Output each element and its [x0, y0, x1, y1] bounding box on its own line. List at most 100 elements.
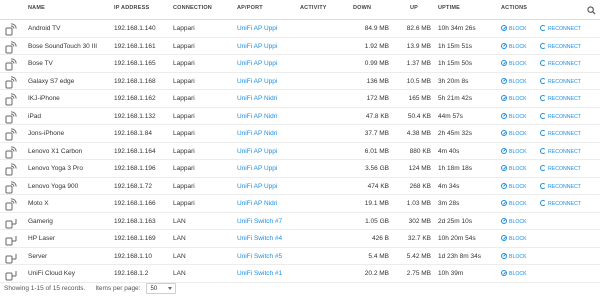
- client-name[interactable]: HP Laser: [28, 235, 110, 242]
- column-header-up[interactable]: UP: [410, 5, 418, 11]
- client-name[interactable]: Lenovo X1 Carbon: [28, 148, 110, 155]
- column-header-ip[interactable]: IP ADDRESS: [114, 5, 170, 11]
- client-name[interactable]: Gamerig: [28, 218, 110, 225]
- client-name[interactable]: Bose SoundTouch 30 III: [28, 43, 110, 50]
- reconnect-button[interactable]: RECONNECT: [540, 42, 600, 50]
- search-icon[interactable]: [587, 6, 596, 15]
- block-button[interactable]: BLOCK: [501, 130, 539, 137]
- block-button[interactable]: BLOCK: [501, 200, 539, 207]
- block-label: BLOCK: [509, 166, 527, 172]
- client-ip: 192.168.1.168: [114, 77, 156, 85]
- table-row[interactable]: Galaxy S7 edge 192.168.1.168 Lappari UniFi …: [0, 73, 600, 90]
- client-ap-port-link[interactable]: UniFi AP Uppi: [237, 60, 297, 67]
- column-header-actions: ACTIONS: [501, 5, 528, 11]
- client-ap-port-link[interactable]: UniFi Switch #5: [237, 253, 297, 260]
- block-icon: [501, 217, 507, 224]
- client-name[interactable]: Galaxy S7 edge: [28, 78, 110, 85]
- block-button[interactable]: BLOCK: [501, 182, 539, 190]
- client-ap-port-link[interactable]: UniFi AP Uppi: [237, 78, 297, 85]
- block-button[interactable]: BLOCK: [501, 217, 539, 225]
- client-uptime: 5h 21m 42s: [438, 95, 472, 102]
- reconnect-button[interactable]: RECONNECT: [540, 182, 600, 190]
- client-name[interactable]: Jons-iPhone: [28, 130, 110, 137]
- block-icon: [501, 60, 507, 66]
- block-button[interactable]: BLOCK: [501, 112, 539, 120]
- client-name[interactable]: iPad: [28, 113, 110, 120]
- client-ap-port-link[interactable]: UniFi AP Uppi: [237, 148, 297, 155]
- column-header-name[interactable]: NAME: [28, 5, 110, 11]
- reconnect-button[interactable]: RECONNECT: [540, 25, 600, 32]
- client-connection: Lappari: [173, 165, 195, 172]
- reconnect-button[interactable]: RECONNECT: [540, 112, 600, 120]
- reconnect-button[interactable]: RECONNECT: [540, 200, 600, 207]
- column-header-uptime[interactable]: UPTIME: [438, 5, 498, 11]
- client-uptime: 1h 15m 50s: [438, 60, 472, 67]
- table-row[interactable]: IKJ-iPhone 192.168.1.162 Lappari UniFi AP N…: [0, 90, 600, 108]
- reconnect-icon: [540, 165, 546, 171]
- block-button[interactable]: BLOCK: [501, 252, 539, 260]
- column-header-down[interactable]: DOWN: [353, 5, 371, 11]
- client-down: 5.4 MB: [368, 252, 389, 260]
- client-ap-port-link[interactable]: UniFi AP Uppi: [237, 183, 297, 190]
- block-label: BLOCK: [509, 236, 527, 242]
- client-name[interactable]: IKJ-iPhone: [28, 95, 110, 102]
- client-ap-port-link[interactable]: UniFi AP Uppi: [237, 25, 297, 32]
- client-ap-port-link[interactable]: UniFi Switch #7: [237, 218, 297, 225]
- reconnect-label: RECONNECT: [548, 78, 581, 85]
- table-row[interactable]: Server 192.168.1.10 LAN UniFi Switch #5 5.4 …: [0, 248, 600, 265]
- block-button[interactable]: BLOCK: [501, 42, 539, 50]
- client-name[interactable]: UniFi Cloud Key: [28, 270, 110, 277]
- reconnect-button[interactable]: RECONNECT: [540, 130, 600, 137]
- block-button[interactable]: BLOCK: [501, 270, 539, 277]
- activity-bar: [300, 113, 350, 121]
- block-button[interactable]: BLOCK: [501, 147, 539, 155]
- client-ap-port-link[interactable]: UniFi AP Nidri: [237, 130, 297, 137]
- client-ap-port-link[interactable]: UniFi AP Uppi: [237, 43, 297, 50]
- block-button[interactable]: BLOCK: [501, 60, 539, 67]
- client-down: 136 MB: [366, 77, 389, 85]
- reconnect-button[interactable]: RECONNECT: [540, 60, 600, 67]
- client-name[interactable]: Moto X: [28, 200, 110, 207]
- client-up: 268 KB: [409, 182, 431, 190]
- table-row[interactable]: Moto X 192.168.1.166 Lappari UniFi AP Nidri…: [0, 195, 600, 213]
- client-ap-port-link[interactable]: UniFi AP Nidri: [237, 113, 297, 120]
- reconnect-button[interactable]: RECONNECT: [540, 165, 600, 172]
- client-ap-port-link[interactable]: UniFi Switch #4: [237, 235, 297, 242]
- client-down: 1.05 GB: [365, 217, 389, 225]
- client-name[interactable]: Bose TV: [28, 60, 110, 67]
- reconnect-button[interactable]: RECONNECT: [540, 147, 600, 155]
- block-button[interactable]: BLOCK: [501, 25, 539, 32]
- column-header-connection[interactable]: CONNECTION: [173, 5, 233, 11]
- table-row[interactable]: Lenovo X1 Carbon 192.168.1.164 Lappari UniF…: [0, 143, 600, 160]
- block-button[interactable]: BLOCK: [501, 235, 539, 242]
- client-ap-port-link[interactable]: UniFi AP Nidri: [237, 95, 297, 102]
- column-header-activity[interactable]: ACTIVITY: [300, 5, 327, 11]
- table-row[interactable]: HP Laser 192.168.1.169 LAN UniFi Switch #4 4…: [0, 230, 600, 248]
- table-row[interactable]: Gamerig 192.168.1.163 LAN UniFi Switch #7 1.…: [0, 213, 600, 230]
- table-row[interactable]: iPad 192.168.1.132 Lappari UniFi AP Nidri 47…: [0, 108, 600, 125]
- client-uptime: 2d 25m 10s: [438, 217, 472, 225]
- client-ap-port-link[interactable]: UniFi AP Nidri: [237, 200, 297, 207]
- client-ip: 192.168.1.169: [114, 235, 156, 242]
- client-name[interactable]: Lenovo Yoga 3 Pro: [28, 165, 110, 172]
- table-row[interactable]: Lenovo Yoga 900 192.168.1.72 Lappari UniFi …: [0, 178, 600, 195]
- column-header-ap-port[interactable]: AP/PORT: [237, 5, 297, 11]
- reconnect-button[interactable]: RECONNECT: [540, 95, 600, 102]
- per-page-select[interactable]: 50: [146, 283, 177, 294]
- client-ap-port-link[interactable]: UniFi Switch #1: [237, 270, 297, 277]
- client-name[interactable]: Server: [28, 253, 110, 260]
- client-ap-port-link[interactable]: UniFi AP Uppi: [237, 165, 297, 172]
- table-row[interactable]: Jons-iPhone 192.168.1.84 Lappari UniFi AP N…: [0, 125, 600, 143]
- block-button[interactable]: BLOCK: [501, 165, 539, 172]
- reconnect-button[interactable]: RECONNECT: [540, 77, 600, 85]
- table-row[interactable]: Bose TV 192.168.1.165 Lappari UniFi AP Uppi…: [0, 55, 600, 73]
- client-name[interactable]: Lenovo Yoga 900: [28, 183, 110, 190]
- client-name[interactable]: Android TV: [28, 25, 110, 32]
- table-row[interactable]: Android TV 192.168.1.140 Lappari UniFi AP U…: [0, 20, 600, 38]
- client-up: 1.37 MB: [406, 60, 431, 67]
- chevron-down-icon: [168, 287, 173, 290]
- table-row[interactable]: Bose SoundTouch 30 III 192.168.1.161 Lappa…: [0, 38, 600, 55]
- block-button[interactable]: BLOCK: [501, 95, 539, 102]
- block-button[interactable]: BLOCK: [501, 77, 539, 85]
- table-row[interactable]: Lenovo Yoga 3 Pro 192.168.1.196 Lappari Uni…: [0, 160, 600, 178]
